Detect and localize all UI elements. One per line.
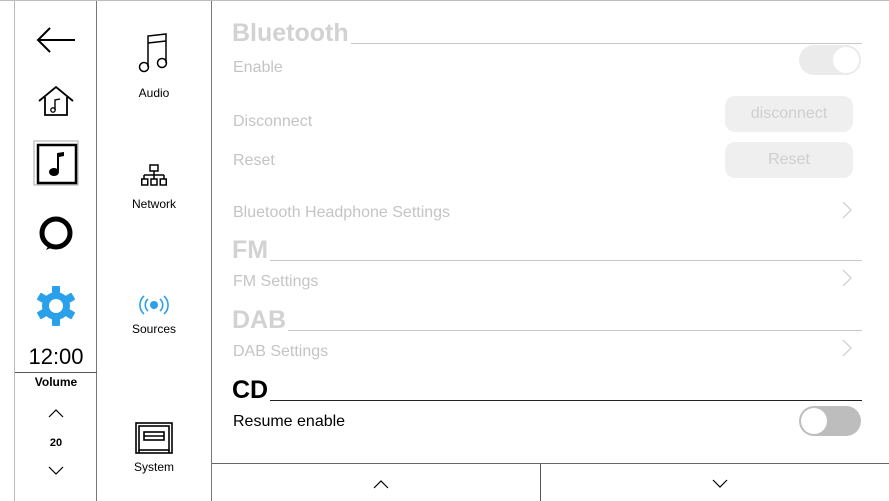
section-divider	[288, 330, 862, 331]
section-fm: FM	[232, 238, 862, 263]
toggle-knob	[801, 408, 827, 434]
scroll-footer	[212, 463, 889, 501]
cd-resume-toggle[interactable]	[799, 406, 861, 436]
bluetooth-enable-toggle[interactable]	[799, 45, 861, 75]
section-title: CD	[232, 376, 269, 404]
settings-button[interactable]	[15, 283, 97, 329]
footer-divider	[540, 464, 541, 501]
back-button[interactable]	[15, 23, 97, 57]
fm-settings[interactable]: FM Settings	[233, 273, 318, 291]
section-cd: CD	[232, 378, 862, 403]
disconnect-button[interactable]: disconnect	[725, 96, 853, 132]
cd-resume-label: Resume enable	[233, 413, 346, 430]
arrow-left-icon	[36, 27, 75, 53]
device-icon	[135, 422, 173, 454]
scroll-down-button[interactable]	[551, 464, 889, 501]
category-audio-label: Audio	[138, 86, 170, 100]
home-music-icon	[38, 85, 74, 116]
screen: 12:00 Volume 20 Audio Network Sources Sy…	[0, 0, 889, 501]
chevron-right-icon	[842, 269, 852, 287]
bluetooth-enable-label: Enable	[233, 59, 283, 76]
gear-icon	[37, 286, 75, 326]
category-sources[interactable]: Sources	[97, 295, 211, 336]
bluetooth-headphone-settings[interactable]: Bluetooth Headphone Settings	[233, 204, 450, 222]
chevron-up-icon	[48, 409, 64, 418]
category-audio[interactable]: Audio	[97, 31, 211, 100]
volume-value: 20	[49, 437, 63, 449]
bluetooth-disconnect-label: Disconnect	[233, 113, 313, 130]
music-notes-icon	[138, 33, 168, 73]
section-title: Bluetooth	[232, 19, 349, 47]
volume-down-button[interactable]	[15, 463, 97, 479]
section-divider	[270, 400, 862, 401]
settings-categories: Audio Network Sources System	[97, 1, 212, 501]
music-note-icon	[33, 140, 79, 186]
bluetooth-reset-label: Reset	[233, 152, 275, 169]
settings-panel: Bluetooth Enable Disconnect disconnect R…	[212, 1, 889, 501]
volume-up-button[interactable]	[15, 405, 97, 421]
reset-button[interactable]: Reset	[725, 142, 853, 178]
section-divider	[350, 43, 862, 44]
category-sources-label: Sources	[131, 322, 177, 336]
chevron-down-icon	[48, 466, 64, 475]
alexa-ring-icon	[39, 216, 73, 250]
network-icon	[141, 164, 167, 186]
broadcast-icon	[139, 295, 169, 315]
chevron-right-icon	[842, 339, 852, 357]
toggle-knob	[833, 47, 859, 73]
section-title: DAB	[232, 306, 287, 334]
section-divider	[270, 260, 862, 261]
volume-label: Volume	[34, 375, 78, 389]
clock: 12:00	[15, 344, 97, 373]
chevron-up-icon	[373, 479, 389, 488]
section-bluetooth: Bluetooth	[232, 21, 862, 46]
now-playing-button[interactable]	[15, 139, 97, 187]
section-dab: DAB	[232, 308, 862, 333]
section-title: FM	[232, 236, 269, 264]
category-system[interactable]: System	[97, 421, 211, 474]
category-network[interactable]: Network	[97, 164, 211, 211]
left-rail: 12:00 Volume 20	[14, 1, 97, 501]
scroll-up-button[interactable]	[212, 464, 550, 501]
home-button[interactable]	[15, 83, 97, 119]
category-system-label: System	[133, 460, 174, 474]
dab-settings[interactable]: DAB Settings	[233, 343, 328, 361]
alexa-button[interactable]	[15, 213, 97, 255]
category-network-label: Network	[131, 197, 176, 211]
chevron-right-icon	[842, 201, 852, 219]
chevron-down-icon	[712, 479, 728, 488]
